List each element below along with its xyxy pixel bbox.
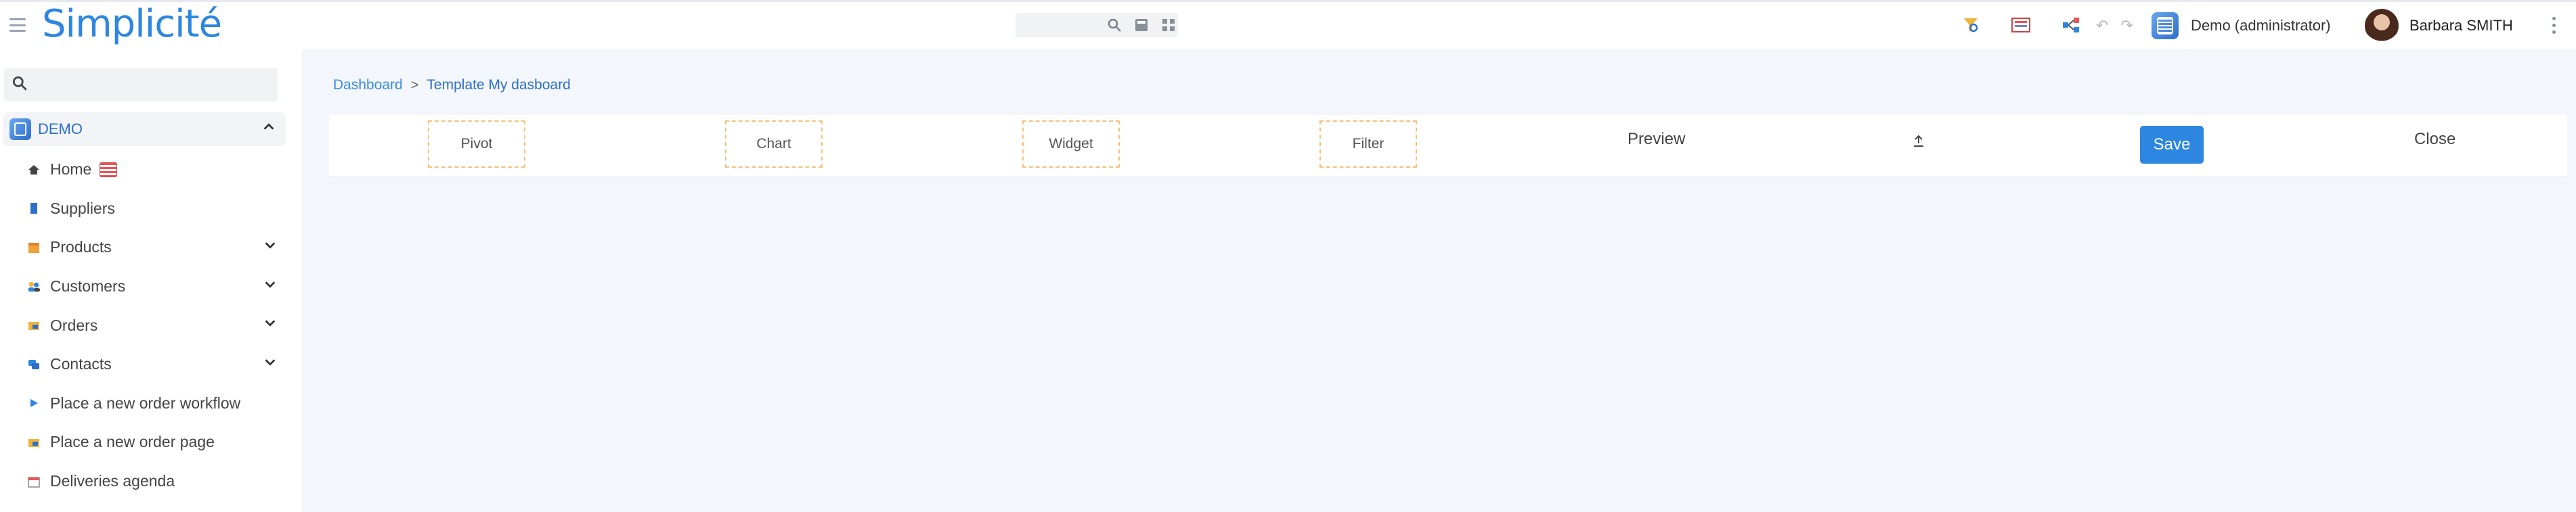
suppliers-icon [27, 202, 41, 215]
breadcrumb: Dashboard > Template My dasboard [333, 77, 571, 93]
chart-slot[interactable]: Chart [725, 120, 823, 168]
sidebar-item-customers[interactable]: Customers [0, 267, 302, 306]
news-icon [100, 162, 118, 177]
sidebar-item-label: Deliveries agenda [50, 472, 175, 490]
news-icon[interactable] [2010, 14, 2032, 36]
grid-icon[interactable] [1159, 16, 1178, 34]
home-icon [27, 163, 41, 177]
search-icon[interactable] [1105, 16, 1124, 34]
chevron-up-icon[interactable] [261, 119, 276, 139]
folder-icon [27, 436, 41, 449]
people-icon [27, 280, 41, 294]
share-icon[interactable] [2060, 14, 2082, 36]
folder-icon [27, 319, 41, 332]
app-icon [2152, 12, 2179, 39]
kebab-icon[interactable] [2552, 17, 2556, 34]
sidebar-item-label: Customers [50, 277, 126, 296]
sidebar-item-contacts[interactable]: Contacts [0, 345, 302, 384]
calendar-icon [27, 475, 41, 488]
dashboard-toolbar: Pivot Chart Widget Filter Preview Save C… [329, 115, 2567, 176]
sidebar-item-label: Home [50, 160, 92, 179]
sidebar-app-demo[interactable]: DEMO [3, 112, 286, 146]
undo-icon[interactable]: ↶ [2096, 17, 2108, 34]
widget-slot[interactable]: Widget [1022, 120, 1120, 168]
app-icon [9, 118, 31, 140]
redo-icon[interactable]: ↷ [2120, 17, 2133, 34]
sidebar: DEMO Home Suppliers Products Customers O… [0, 49, 302, 512]
breadcrumb-current: Template My dasboard [427, 77, 571, 93]
sidebar-item-label: Suppliers [50, 199, 115, 217]
calculator-icon[interactable] [1132, 16, 1151, 34]
sidebar-item-new-order-workflow[interactable]: Place a new order workflow [0, 384, 302, 423]
sidebar-search-input[interactable] [4, 68, 278, 101]
sidebar-item-label: Place a new order page [50, 433, 215, 451]
sidebar-item-label: Orders [50, 316, 98, 334]
search-icon [11, 74, 28, 97]
sidebar-item-label: Place a new order workflow [50, 394, 241, 412]
box-icon [27, 241, 41, 254]
sidebar-item-new-order-page[interactable]: Place a new order page [0, 423, 302, 462]
user-name: Barbara SMITH [2409, 17, 2513, 34]
upload-icon[interactable] [1911, 133, 1929, 152]
breadcrumb-dashboard-link[interactable]: Dashboard [333, 77, 403, 93]
preview-button[interactable]: Preview [1628, 130, 1685, 149]
global-search-input[interactable] [1016, 13, 1178, 37]
upload-icon[interactable] [1240, 133, 1259, 152]
sidebar-item-products[interactable]: Products [0, 228, 302, 267]
sidebar-item-deliveries-agenda[interactable]: Deliveries agenda [0, 462, 302, 501]
chevron-down-icon[interactable] [263, 277, 278, 296]
top-header: Simplicité ↶ ↷ Demo (administrator) Barb… [0, 0, 2576, 49]
close-button[interactable]: Close [2414, 130, 2455, 149]
chevron-down-icon[interactable] [263, 354, 278, 374]
sidebar-item-orders[interactable]: Orders [0, 306, 302, 345]
chevron-right-icon: > [410, 77, 419, 93]
app-logo[interactable]: Simplicité [42, 2, 222, 46]
app-switcher[interactable]: Demo (administrator) [2152, 12, 2331, 39]
chevron-down-icon[interactable] [263, 237, 278, 257]
sidebar-item-suppliers[interactable]: Suppliers [0, 189, 302, 229]
app-label: Demo (administrator) [2191, 17, 2331, 34]
play-icon [27, 396, 41, 410]
chevron-down-icon[interactable] [263, 315, 278, 335]
sidebar-app-label: DEMO [38, 120, 83, 137]
filter-slot[interactable]: Filter [1319, 120, 1417, 168]
sidebar-item-label: Contacts [50, 355, 112, 373]
chat-icon [27, 358, 41, 371]
search-badge-icon[interactable] [1960, 14, 1982, 36]
user-menu[interactable]: Barbara SMITH [2365, 9, 2513, 43]
save-button[interactable]: Save [2140, 126, 2204, 164]
pivot-slot[interactable]: Pivot [428, 120, 525, 168]
hamburger-icon[interactable] [9, 18, 26, 32]
sidebar-item-home[interactable]: Home [0, 150, 302, 189]
avatar [2365, 9, 2399, 43]
sidebar-item-label: Products [50, 238, 112, 256]
